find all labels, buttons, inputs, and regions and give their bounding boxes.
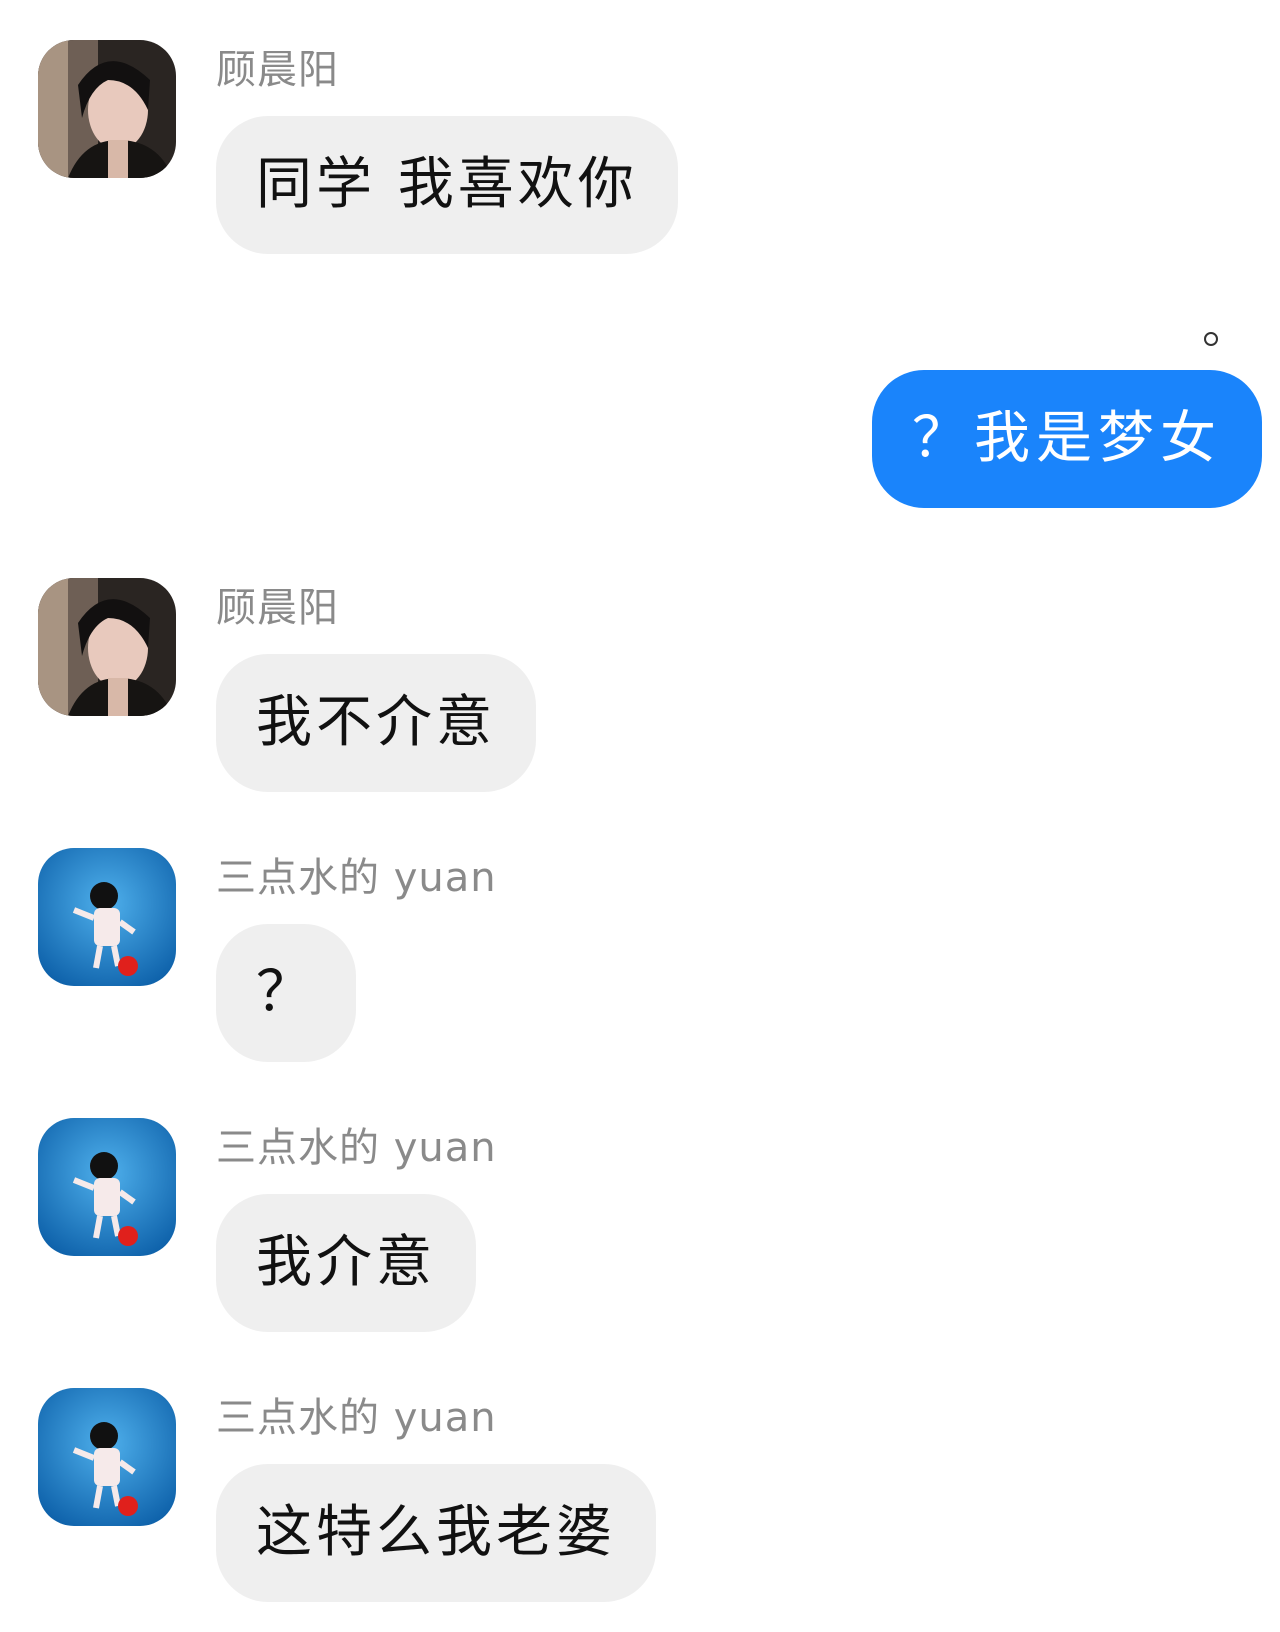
- outgoing-message: ？我是梦女: [0, 332, 1280, 512]
- sender-name: 三点水的 yuan: [216, 855, 497, 901]
- message-bubble[interactable]: ？我是梦女: [872, 370, 1262, 508]
- portrait-avatar-icon[interactable]: [38, 578, 176, 716]
- incoming-message: 三点水的 yuan ？: [0, 848, 1280, 1063]
- sender-name: 顾晨阳: [216, 47, 339, 93]
- message-bubble[interactable]: ？: [216, 924, 356, 1062]
- message-bubble[interactable]: 这特么我老婆: [216, 1464, 656, 1602]
- message-bubble[interactable]: 我不介意: [216, 654, 536, 792]
- sender-name: 顾晨阳: [216, 585, 339, 631]
- incoming-message: 顾晨阳 同学 我喜欢你: [0, 40, 1280, 255]
- incoming-message: 顾晨阳 我不介意: [0, 578, 1280, 793]
- sent-status-dot-icon: [1204, 332, 1218, 346]
- anime-character-avatar-icon[interactable]: [38, 848, 176, 986]
- chat-thread: 顾晨阳 同学 我喜欢你 ？我是梦女 顾晨阳 我不介意 三点水的 yuan ？ 三…: [0, 0, 1280, 1632]
- sender-name: 三点水的 yuan: [216, 1125, 497, 1171]
- anime-character-avatar-icon[interactable]: [38, 1118, 176, 1256]
- incoming-message: 三点水的 yuan 这特么我老婆: [0, 1388, 1280, 1603]
- portrait-avatar-icon[interactable]: [38, 40, 176, 178]
- message-bubble[interactable]: 我介意: [216, 1194, 476, 1332]
- incoming-message: 三点水的 yuan 我介意: [0, 1118, 1280, 1333]
- anime-character-avatar-icon[interactable]: [38, 1388, 176, 1526]
- message-bubble[interactable]: 同学 我喜欢你: [216, 116, 678, 254]
- sender-name: 三点水的 yuan: [216, 1395, 497, 1441]
